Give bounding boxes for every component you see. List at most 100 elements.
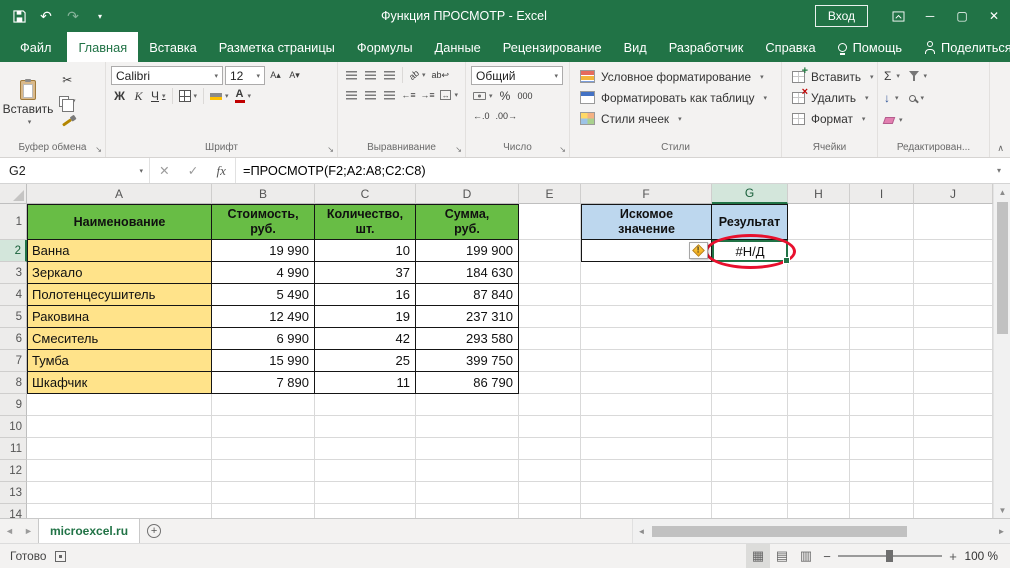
cell-D13[interactable] (416, 482, 519, 504)
cell-E4[interactable] (519, 284, 581, 306)
cell-B11[interactable] (212, 438, 315, 460)
formula-input[interactable]: =ПРОСМОТР(F2;A2:A8;C2:C8) (236, 158, 988, 183)
cell-H14[interactable] (788, 504, 850, 518)
cell-F3[interactable] (581, 262, 712, 284)
enter-button[interactable]: ✓ (188, 163, 198, 178)
cell-C4[interactable]: 16 (315, 284, 416, 306)
sheet-tab-microexcel[interactable]: microexcel.ru (38, 519, 141, 543)
select-all-button[interactable] (0, 184, 27, 204)
delete-cells-button[interactable]: Удалить (787, 86, 872, 108)
cut-button[interactable]: ✂ (57, 71, 78, 89)
sheet-nav-left-button[interactable]: ◄ (0, 519, 19, 543)
cell-A5[interactable]: Раковина (27, 306, 212, 328)
row-header-3[interactable]: 3 (0, 262, 27, 284)
row-header-11[interactable]: 11 (0, 438, 27, 460)
paste-button[interactable]: Вставить (3, 66, 53, 140)
format-as-table-button[interactable]: Форматировать как таблицу (575, 87, 776, 108)
font-color-button[interactable]: А (233, 87, 253, 105)
zoom-slider[interactable] (838, 550, 942, 562)
column-header-A[interactable]: A (27, 184, 212, 204)
cell-H1[interactable] (788, 204, 850, 240)
fill-handle[interactable] (783, 257, 790, 264)
scroll-down-arrow[interactable]: ▼ (994, 502, 1010, 518)
cell-E5[interactable] (519, 306, 581, 328)
cell-G14[interactable] (712, 504, 788, 518)
tell-me-button[interactable]: Помощь (827, 32, 913, 62)
comma-style-button[interactable]: 000 (516, 87, 535, 105)
tab-file[interactable]: Файл (4, 32, 67, 62)
cell-I12[interactable] (850, 460, 914, 482)
cell-F13[interactable] (581, 482, 712, 504)
cell-F14[interactable] (581, 504, 712, 518)
alignment-dialog-launcher[interactable]: ↘ (455, 146, 462, 154)
sort-filter-button[interactable] (908, 66, 928, 86)
tab-formulas[interactable]: Формулы (346, 32, 424, 62)
accounting-format-button[interactable] (471, 87, 495, 105)
cell-B7[interactable]: 15 990 (212, 350, 315, 372)
cell-A4[interactable]: Полотенцесушитель (27, 284, 212, 306)
fill-color-button[interactable] (208, 87, 231, 105)
cell-B3[interactable]: 4 990 (212, 262, 315, 284)
cell-C2[interactable]: 10 (315, 240, 416, 262)
borders-button[interactable] (177, 87, 200, 105)
cell-G12[interactable] (712, 460, 788, 482)
cell-B13[interactable] (212, 482, 315, 504)
cell-E12[interactable] (519, 460, 581, 482)
cell-D11[interactable] (416, 438, 519, 460)
cell-G8[interactable] (712, 372, 788, 394)
row-header-7[interactable]: 7 (0, 350, 27, 372)
macro-record-button[interactable] (55, 550, 67, 562)
cell-A9[interactable] (27, 394, 212, 416)
cell-H3[interactable] (788, 262, 850, 284)
cell-D10[interactable] (416, 416, 519, 438)
cell-H9[interactable] (788, 394, 850, 416)
redo-button[interactable]: ↷ (60, 4, 86, 28)
cell-G1[interactable]: Результат (712, 204, 788, 240)
scroll-up-arrow[interactable]: ▲ (994, 184, 1010, 200)
cell-J12[interactable] (914, 460, 993, 482)
font-dialog-launcher[interactable]: ↘ (327, 146, 334, 154)
cell-J10[interactable] (914, 416, 993, 438)
cell-D4[interactable]: 87 840 (416, 284, 519, 306)
column-header-B[interactable]: B (212, 184, 315, 204)
scroll-left-arrow[interactable]: ◄ (633, 523, 650, 539)
cell-B6[interactable]: 6 990 (212, 328, 315, 350)
tab-view[interactable]: Вид (613, 32, 658, 62)
cell-I1[interactable] (850, 204, 914, 240)
column-header-E[interactable]: E (519, 184, 581, 204)
cell-J2[interactable] (914, 240, 993, 262)
view-page-break-button[interactable]: ▥ (794, 544, 818, 568)
cell-I14[interactable] (850, 504, 914, 518)
align-left-button[interactable] (343, 86, 360, 104)
cell-B14[interactable] (212, 504, 315, 518)
cell-I7[interactable] (850, 350, 914, 372)
align-bottom-button[interactable] (381, 66, 398, 84)
ribbon-display-options-button[interactable] (882, 0, 914, 32)
cell-C6[interactable]: 42 (315, 328, 416, 350)
tab-developer[interactable]: Разработчик (658, 32, 755, 62)
cell-G13[interactable] (712, 482, 788, 504)
cell-A12[interactable] (27, 460, 212, 482)
copy-button[interactable] (57, 92, 78, 112)
cell-I9[interactable] (850, 394, 914, 416)
cell-D3[interactable]: 184 630 (416, 262, 519, 284)
cell-G3[interactable] (712, 262, 788, 284)
cell-D1[interactable]: Сумма, руб. (416, 204, 519, 240)
cell-J13[interactable] (914, 482, 993, 504)
cell-I6[interactable] (850, 328, 914, 350)
cell-C8[interactable]: 11 (315, 372, 416, 394)
cell-H10[interactable] (788, 416, 850, 438)
cell-J7[interactable] (914, 350, 993, 372)
cell-B12[interactable] (212, 460, 315, 482)
column-header-F[interactable]: F (581, 184, 712, 204)
cell-G4[interactable] (712, 284, 788, 306)
cell-J8[interactable] (914, 372, 993, 394)
row-header-6[interactable]: 6 (0, 328, 27, 350)
decrease-decimal-button[interactable]: .00→ (494, 107, 520, 125)
row-header-8[interactable]: 8 (0, 372, 27, 394)
format-cells-button[interactable]: Формат (787, 108, 872, 129)
cell-E10[interactable] (519, 416, 581, 438)
cell-J4[interactable] (914, 284, 993, 306)
row-header-13[interactable]: 13 (0, 482, 27, 504)
cell-F9[interactable] (581, 394, 712, 416)
